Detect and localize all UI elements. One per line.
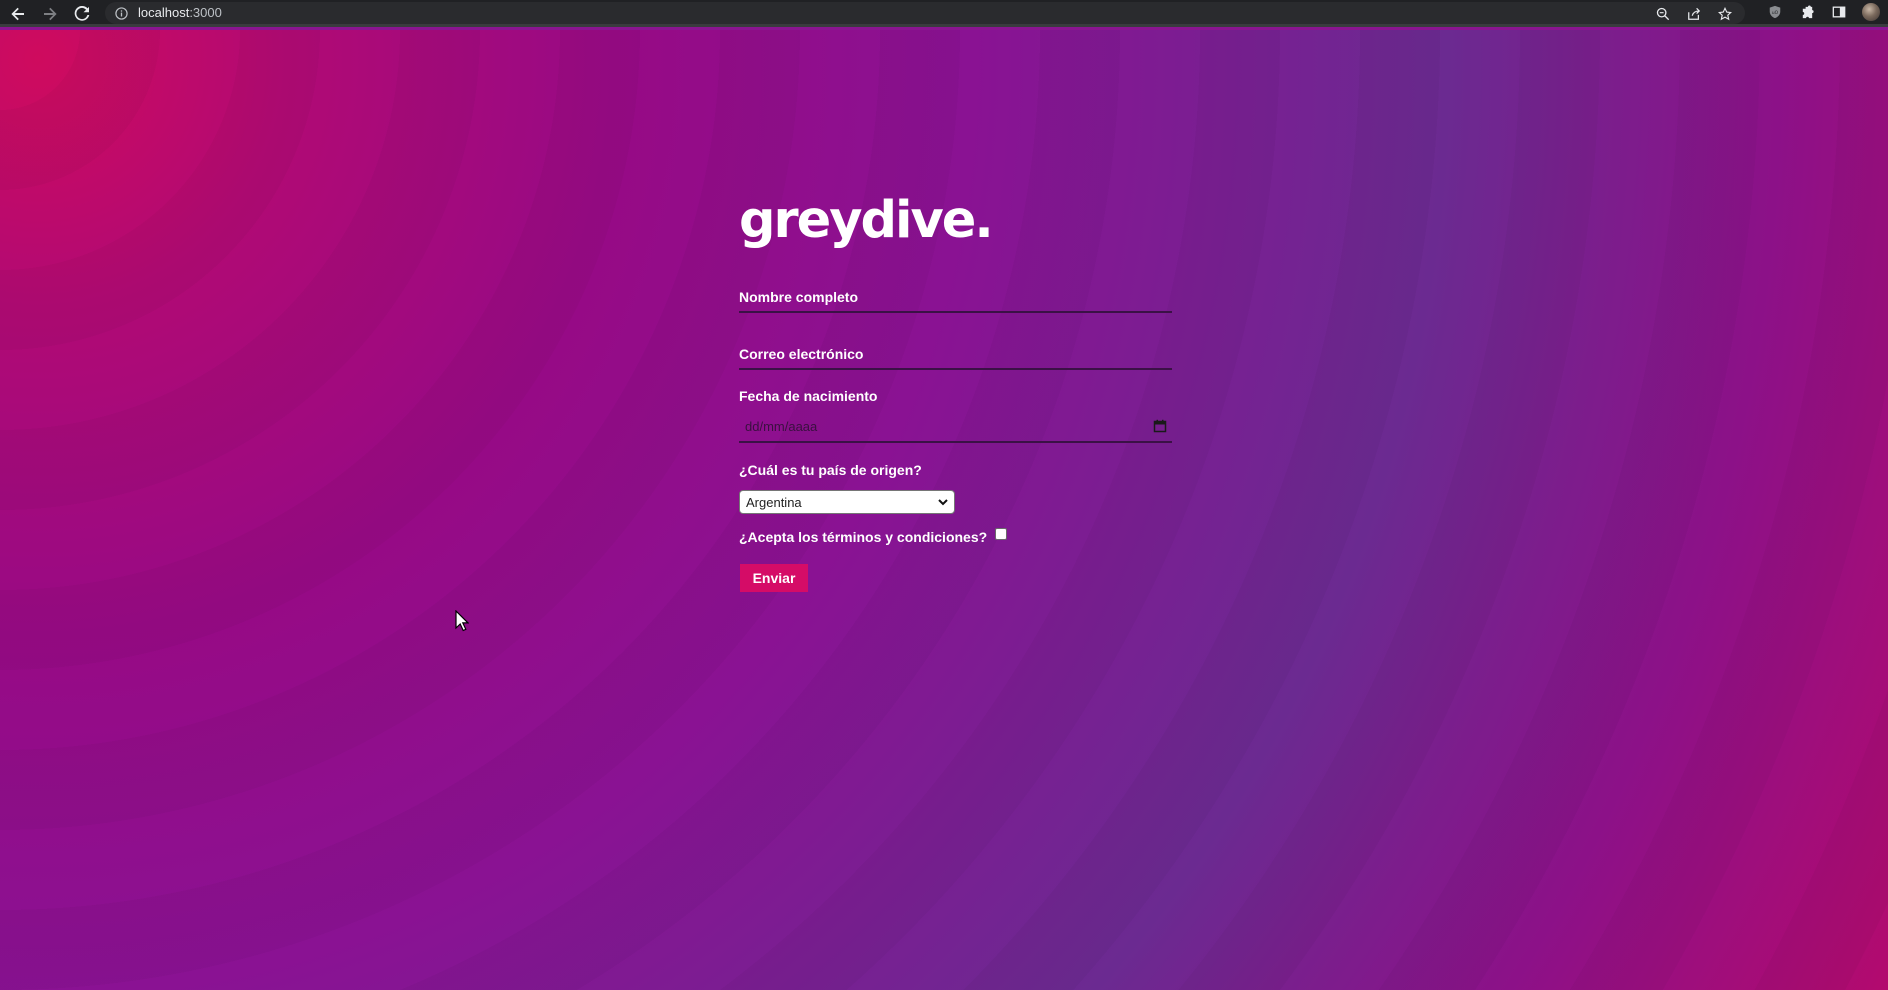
calendar-icon[interactable] <box>1153 419 1167 433</box>
mouse-cursor-icon <box>455 609 470 632</box>
back-arrow-icon[interactable] <box>7 3 29 25</box>
full-name-field[interactable]: Nombre completo <box>739 289 1172 313</box>
puzzle-icon[interactable] <box>1798 3 1816 21</box>
chevron-down-icon <box>936 495 950 509</box>
country-field: ¿Cuál es tu país de origen? Argentina <box>739 462 1172 514</box>
birthdate-label: Fecha de nacimiento <box>739 388 878 404</box>
url-text: localhost:3000 <box>138 5 222 21</box>
birthdate-placeholder: dd/mm/aaaa <box>745 419 818 434</box>
country-selected-value: Argentina <box>746 495 802 510</box>
birthdate-field: Fecha de nacimiento dd/mm/aaaa <box>739 388 1172 446</box>
forward-arrow-icon[interactable] <box>39 3 61 25</box>
submit-button[interactable]: Enviar <box>740 564 808 592</box>
side-panel-icon[interactable] <box>1830 3 1848 21</box>
greydive-logo: greydive. <box>739 191 994 250</box>
country-select[interactable]: Argentina <box>739 490 955 514</box>
profile-avatar[interactable] <box>1862 3 1880 21</box>
address-bar[interactable]: localhost:3000 <box>105 2 1745 24</box>
shield-extension-icon[interactable]: uO <box>1766 3 1784 21</box>
full-name-label: Nombre completo <box>739 289 859 305</box>
birthdate-input[interactable]: dd/mm/aaaa <box>739 416 1172 438</box>
terms-checkbox[interactable] <box>995 528 1008 540</box>
svg-text:uO: uO <box>1772 10 1779 16</box>
email-field[interactable]: Correo electrónico <box>739 346 1172 370</box>
info-icon[interactable] <box>114 6 128 20</box>
birthdate-underline <box>739 441 1172 443</box>
terms-row: ¿Acepta los términos y condiciones? <box>739 528 1008 545</box>
email-underline <box>739 368 1172 370</box>
zoom-icon[interactable] <box>1654 5 1671 22</box>
star-icon[interactable] <box>1716 5 1733 22</box>
url-host: localhost <box>138 5 190 20</box>
full-name-underline <box>739 311 1172 313</box>
terms-label: ¿Acepta los términos y condiciones? <box>739 529 988 545</box>
reload-icon[interactable] <box>71 3 93 25</box>
share-icon[interactable] <box>1685 5 1702 22</box>
browser-toolbar: localhost:3000 uO <box>0 0 1888 27</box>
country-label: ¿Cuál es tu país de origen? <box>739 462 922 478</box>
email-label: Correo electrónico <box>739 346 864 362</box>
url-port: :3000 <box>189 5 222 20</box>
